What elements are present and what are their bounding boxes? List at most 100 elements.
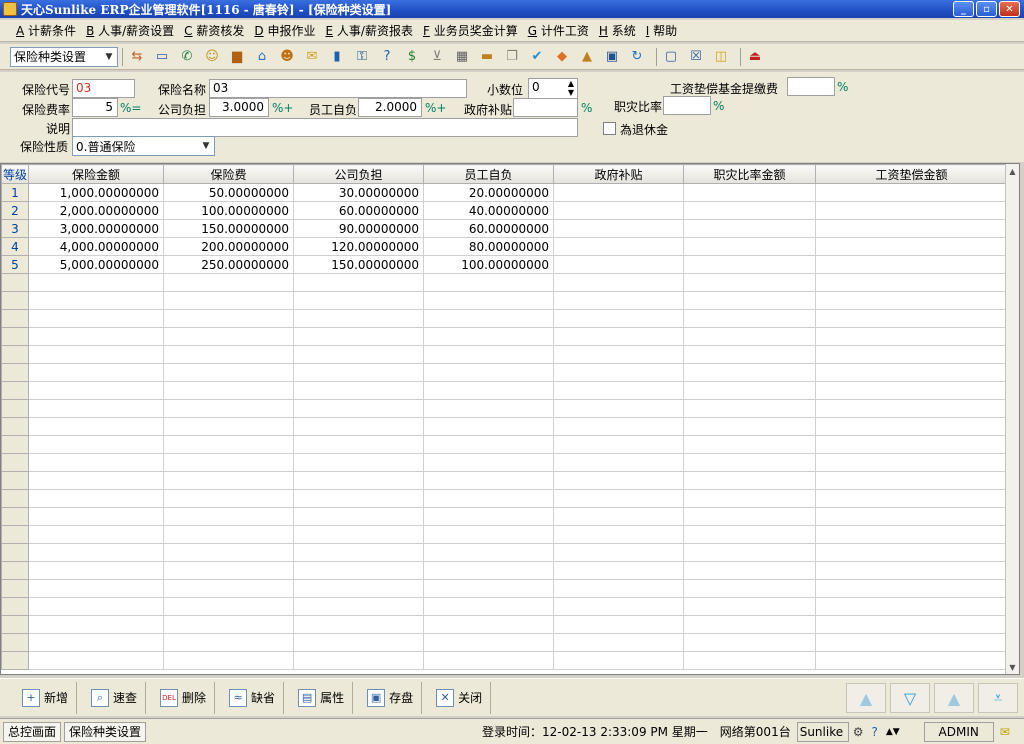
table-row[interactable] <box>1 579 1008 598</box>
table-cell[interactable] <box>683 201 816 220</box>
table-cell[interactable] <box>683 633 816 652</box>
desc-field[interactable] <box>72 118 578 137</box>
table-cell[interactable] <box>683 399 816 418</box>
table-cell[interactable] <box>293 471 424 490</box>
table-cell[interactable] <box>293 345 424 364</box>
check-circle-icon[interactable]: ✔ <box>527 47 547 67</box>
help-icon[interactable]: ? <box>867 722 881 742</box>
row-number[interactable]: 3 <box>1 219 29 238</box>
table-cell[interactable] <box>28 561 164 580</box>
row-number[interactable]: 5 <box>1 255 29 274</box>
minimize-button[interactable]: _ <box>953 1 974 17</box>
table-cell[interactable] <box>553 201 684 220</box>
table-cell[interactable] <box>163 417 294 436</box>
table-cell[interactable] <box>423 507 554 526</box>
row-number[interactable] <box>1 615 29 634</box>
table-cell[interactable] <box>293 597 424 616</box>
table-cell[interactable] <box>815 417 1008 436</box>
row-number[interactable] <box>1 327 29 346</box>
table-cell[interactable] <box>293 543 424 562</box>
table-cell[interactable] <box>815 633 1008 652</box>
restore-button[interactable]: ▫ <box>976 1 997 17</box>
row-number[interactable] <box>1 345 29 364</box>
module-selector[interactable]: 保险种类设置 ▼ <box>10 46 118 67</box>
table-row[interactable] <box>1 651 1008 670</box>
table-cell[interactable] <box>815 237 1008 256</box>
row-number[interactable] <box>1 417 29 436</box>
table-cell[interactable] <box>28 525 164 544</box>
table-cell[interactable] <box>423 561 554 580</box>
table-cell[interactable]: 100.00000000 <box>423 255 554 274</box>
table-cell[interactable] <box>28 417 164 436</box>
table-cell[interactable] <box>683 417 816 436</box>
table-cell[interactable] <box>423 273 554 292</box>
table-cell[interactable]: 90.00000000 <box>293 219 424 238</box>
table-cell[interactable] <box>28 309 164 328</box>
row-number[interactable] <box>1 543 29 562</box>
table-cell[interactable] <box>683 381 816 400</box>
table-cell[interactable] <box>683 615 816 634</box>
table-cell[interactable] <box>553 399 684 418</box>
column-header[interactable]: 公司负担 <box>293 164 424 184</box>
table-cell[interactable] <box>293 273 424 292</box>
table-cell[interactable]: 150.00000000 <box>293 255 424 274</box>
search-button[interactable]: ⌕ 速查 <box>83 681 147 714</box>
table-cell[interactable] <box>815 615 1008 634</box>
chevron-down-icon[interactable]: ▼ <box>198 137 214 155</box>
table-cell[interactable] <box>683 489 816 508</box>
table-cell[interactable] <box>553 237 684 256</box>
table-cell[interactable] <box>683 183 816 202</box>
table-cell[interactable] <box>553 183 684 202</box>
table-cell[interactable] <box>423 597 554 616</box>
table-cell[interactable]: 60.00000000 <box>423 219 554 238</box>
retire-checkbox[interactable] <box>603 122 616 135</box>
table-cell[interactable]: 100.00000000 <box>163 201 294 220</box>
table-cell[interactable] <box>815 327 1008 346</box>
menu-item-e[interactable]: E 人事/薪资报表 <box>326 22 413 39</box>
row-number[interactable] <box>1 561 29 580</box>
cart-icon[interactable]: ⊻ <box>427 47 447 67</box>
table-cell[interactable] <box>293 507 424 526</box>
table-cell[interactable] <box>28 471 164 490</box>
table-cell[interactable] <box>293 417 424 436</box>
table-cell[interactable] <box>163 471 294 490</box>
row-number[interactable]: 1 <box>1 183 29 202</box>
table-cell[interactable] <box>553 309 684 328</box>
menu-item-d[interactable]: D 申报作业 <box>254 22 315 39</box>
table-cell[interactable] <box>28 363 164 382</box>
table-cell[interactable] <box>163 489 294 508</box>
table-row[interactable] <box>1 561 1008 580</box>
table-cell[interactable]: 60.00000000 <box>293 201 424 220</box>
table-cell[interactable] <box>815 255 1008 274</box>
row-number[interactable] <box>1 579 29 598</box>
table-cell[interactable] <box>553 579 684 598</box>
table-cell[interactable] <box>423 489 554 508</box>
table-cell[interactable] <box>293 489 424 508</box>
table-cell[interactable] <box>28 615 164 634</box>
table-cell[interactable] <box>553 471 684 490</box>
row-number[interactable] <box>1 597 29 616</box>
table-row[interactable] <box>1 435 1008 454</box>
table-cell[interactable] <box>815 579 1008 598</box>
row-number[interactable] <box>1 273 29 292</box>
table-cell[interactable]: 5,000.00000000 <box>28 255 164 274</box>
table-cell[interactable] <box>163 363 294 382</box>
cascade-icon[interactable]: ◫ <box>711 47 731 67</box>
table-row[interactable] <box>1 417 1008 436</box>
table-cell[interactable] <box>423 633 554 652</box>
monitor-icon[interactable]: ▭ <box>152 47 172 67</box>
row-number[interactable] <box>1 651 29 670</box>
table-cell[interactable] <box>553 453 684 472</box>
table-cell[interactable] <box>553 291 684 310</box>
add-button[interactable]: + 新增 <box>14 681 78 714</box>
table-cell[interactable] <box>553 381 684 400</box>
table-cell[interactable] <box>28 291 164 310</box>
table-cell[interactable] <box>293 453 424 472</box>
table-cell[interactable] <box>28 579 164 598</box>
table-cell[interactable] <box>683 363 816 382</box>
table-cell[interactable] <box>293 525 424 544</box>
table-cell[interactable] <box>815 453 1008 472</box>
table-cell[interactable] <box>28 633 164 652</box>
table-cell[interactable] <box>423 453 554 472</box>
briefcase-icon[interactable]: ▆ <box>227 47 247 67</box>
